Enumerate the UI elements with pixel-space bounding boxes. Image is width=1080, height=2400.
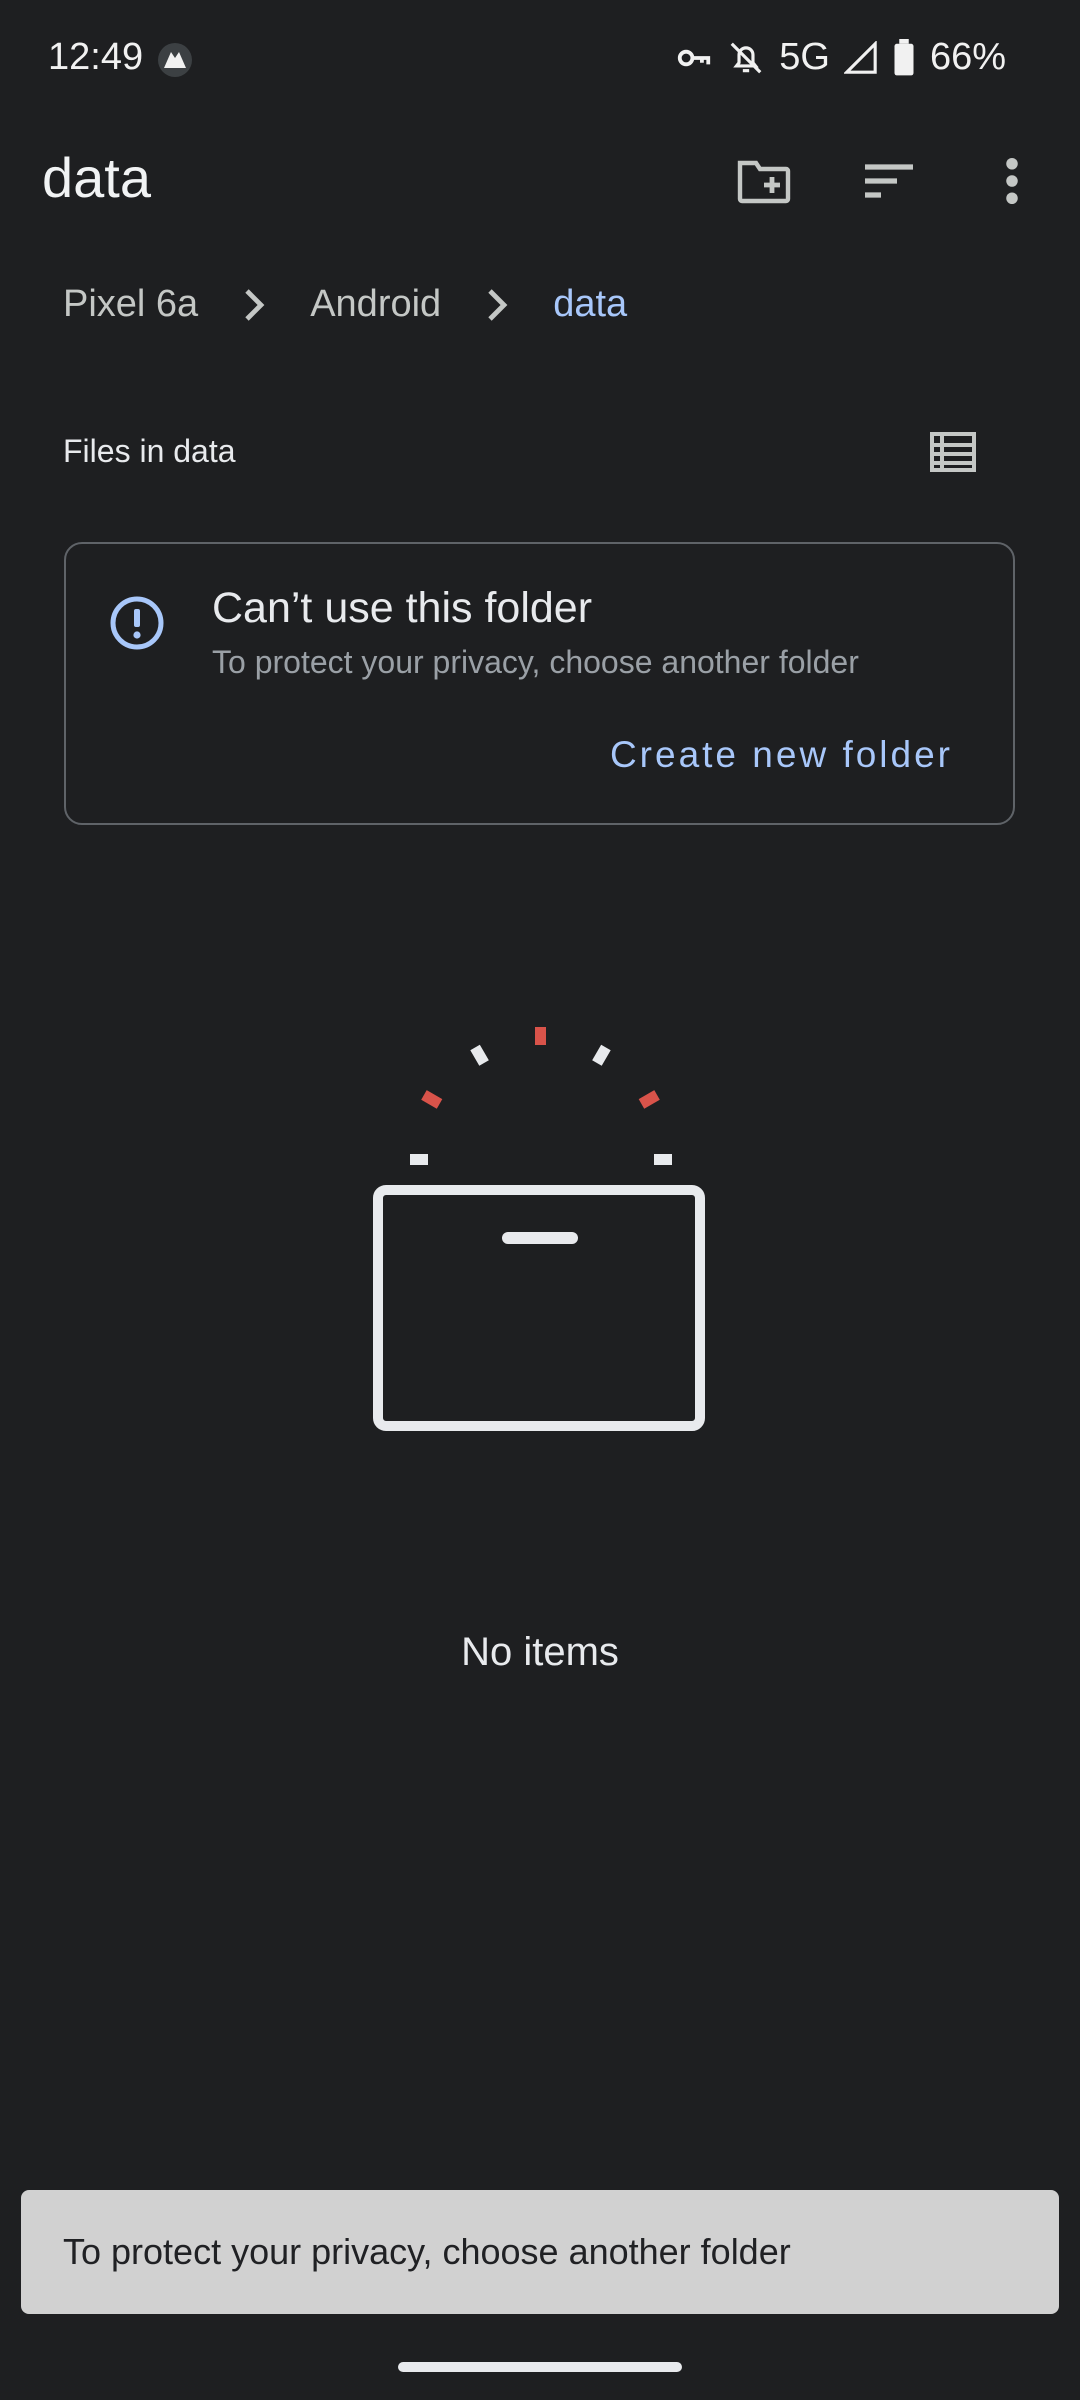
new-folder-icon — [737, 160, 791, 204]
snackbar-text: To protect your privacy, choose another … — [63, 2231, 791, 2272]
status-time: 12:49 — [48, 36, 144, 78]
more-vert-icon — [1006, 158, 1018, 204]
vpn-key-icon — [675, 39, 713, 77]
sort-button[interactable] — [849, 141, 929, 221]
breadcrumb-item-android[interactable]: Android — [310, 283, 441, 326]
empty-state-text: No items — [461, 1630, 619, 1674]
battery-icon — [892, 38, 916, 77]
create-new-folder-button[interactable]: Create new folder — [610, 734, 953, 776]
view-toggle-button[interactable] — [918, 422, 988, 482]
page-title: data — [42, 146, 151, 209]
sort-icon — [865, 164, 913, 198]
breadcrumb: Pixel 6a Android data — [63, 283, 627, 326]
card-title: Can’t use this folder — [212, 584, 593, 632]
breadcrumb-item-pixel-6a[interactable]: Pixel 6a — [63, 283, 198, 326]
more-options-button[interactable] — [972, 141, 1052, 221]
snackbar: To protect your privacy, choose another … — [21, 2190, 1059, 2314]
signal-icon — [843, 40, 878, 75]
breadcrumb-item-data[interactable]: data — [553, 283, 627, 326]
gesture-nav-bar[interactable] — [398, 2362, 682, 2372]
info-alert-icon — [108, 594, 166, 652]
folder-warning-card: Can’t use this folder To protect your pr… — [64, 542, 1015, 825]
chevron-right-icon — [234, 285, 274, 325]
notifications-off-icon — [727, 39, 765, 77]
battery-percent: 66% — [929, 36, 1006, 78]
files-heading: Files in data — [63, 433, 236, 469]
list-view-icon — [930, 432, 976, 472]
network-type-label: 5G — [779, 36, 830, 78]
card-subtitle: To protect your privacy, choose another … — [212, 644, 859, 680]
new-folder-button[interactable] — [724, 141, 804, 221]
app-notification-icon — [155, 40, 195, 80]
status-icons: 5G 66% — [675, 36, 1006, 79]
empty-folder-illustration — [370, 1020, 710, 1440]
chevron-right-icon — [477, 285, 517, 325]
